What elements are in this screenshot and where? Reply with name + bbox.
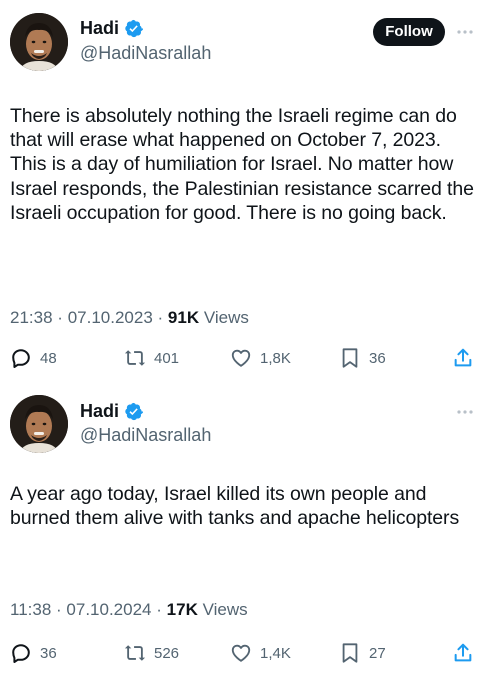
share-button[interactable] [452,346,474,370]
like-button[interactable]: 1,8K [230,346,291,370]
author-display-name[interactable]: Hadi [80,17,119,39]
views-label: Views [202,600,248,619]
tweet-date[interactable]: 07.10.2023 [68,308,153,327]
bookmark-icon [342,348,358,368]
views-count[interactable]: 17K [167,600,198,619]
author-name-row[interactable]: Hadi [80,17,144,39]
reply-bubble-icon [12,644,30,663]
reply-button[interactable]: 48 [10,346,57,370]
share-icon [454,643,472,662]
bookmark-button[interactable]: 36 [339,346,386,370]
heart-icon [231,349,251,367]
tweet-time[interactable]: 21:38 [10,308,53,327]
verified-badge-icon [125,402,144,420]
reply-button[interactable]: 36 [10,641,57,665]
follow-button[interactable]: Follow [373,18,445,46]
author-name-row[interactable]: Hadi [80,400,144,422]
tweet-meta: 11:38 · 07.10.2024 · 17K Views [10,599,248,621]
tweet-time[interactable]: 11:38 [10,600,51,619]
share-icon [454,348,472,367]
reply-bubble-icon [12,349,30,368]
meta-separator: · [56,600,62,619]
meta-separator: · [157,308,164,327]
avatar[interactable] [10,13,68,71]
like-button[interactable]: 1,4K [230,641,291,665]
meta-separator: · [156,600,162,619]
repost-count: 526 [154,644,180,662]
avatar[interactable] [10,395,68,453]
repost-button[interactable]: 401 [124,346,179,370]
tweet[interactable]: Hadi @HadiNasrallah A year ago today, Is… [0,392,485,679]
reply-count: 48 [40,349,57,367]
like-count: 1,8K [260,349,291,367]
author-display-name[interactable]: Hadi [80,400,119,422]
action-bar: 36 526 1,4K 27 [0,641,485,665]
repost-count: 401 [154,349,180,367]
views-label: Views [203,308,249,327]
tweet-text: A year ago today, Israel killed its own … [10,483,460,530]
tweet[interactable]: Hadi @HadiNasrallah Follow There is abso… [0,0,485,392]
like-count: 1,4K [260,644,291,662]
share-button[interactable] [452,641,474,665]
verified-badge-icon [125,19,144,37]
action-bar: 48 401 1,8K 36 [0,346,485,370]
meta-separator: · [57,308,63,327]
views-count[interactable]: 91K [168,308,199,327]
more-dots-icon[interactable] [456,408,474,416]
reply-count: 36 [40,644,57,662]
repost-arrows-icon [124,645,146,661]
tweet-date[interactable]: 07.10.2024 [66,600,151,619]
bookmark-count: 36 [369,349,386,367]
bookmark-icon [342,643,358,663]
heart-icon [231,644,251,662]
bookmark-count: 27 [369,644,386,662]
author-handle[interactable]: @HadiNasrallah [80,42,211,64]
more-dots-icon[interactable] [456,28,474,36]
bookmark-button[interactable]: 27 [339,641,386,665]
author-handle[interactable]: @HadiNasrallah [80,424,211,446]
repost-button[interactable]: 526 [124,641,179,665]
tweet-meta: 21:38 · 07.10.2023 · 91K Views [10,307,249,329]
tweet-text: There is absolutely nothing the Israeli … [10,105,474,224]
repost-arrows-icon [124,350,146,366]
